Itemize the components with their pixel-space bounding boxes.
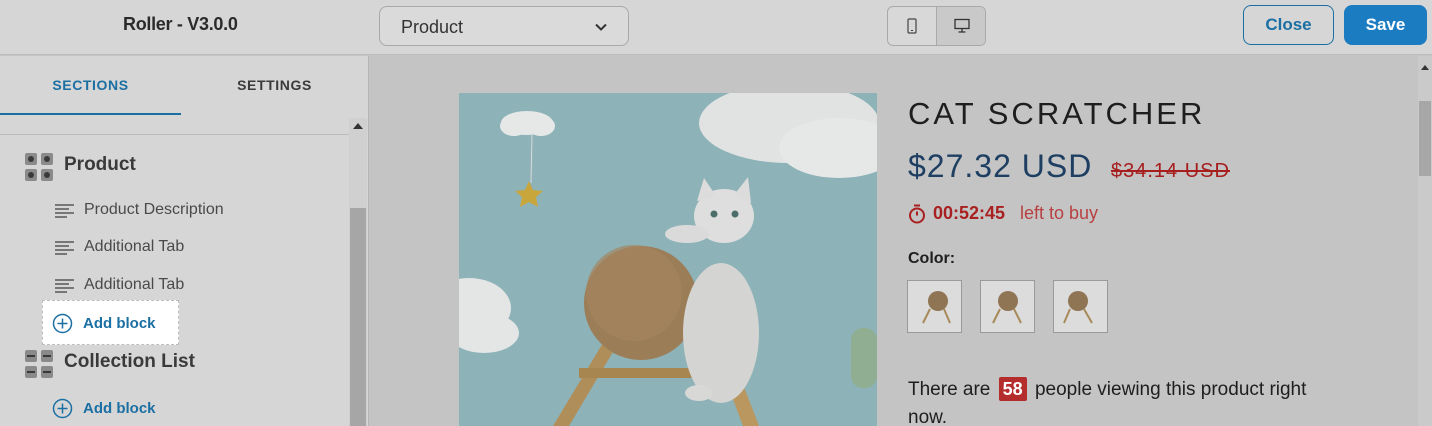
swatch-thumbnail [908,281,961,332]
product-title: CAT SCRATCHER [908,96,1206,131]
add-block-label: Add block [83,400,156,417]
block-label: Product Description [84,201,224,218]
save-button[interactable]: Save [1344,5,1427,45]
device-toggle [887,6,986,46]
grid-icon [25,153,53,181]
compare-at-price: $34.14 USD [1111,160,1230,182]
scroll-up-arrow-icon[interactable] [1421,65,1429,70]
sidebar-scrollbar[interactable] [349,118,367,426]
stopwatch-icon [909,204,925,224]
product-image[interactable] [459,93,877,426]
text-lines-icon [55,204,74,218]
countdown-time: 00:52:45 [933,203,1006,223]
tab-sections[interactable]: SECTIONS [0,56,181,115]
section-label: Product [64,154,136,175]
section-label: Collection List [64,351,195,372]
cat-scratcher-photo [459,93,877,426]
scrollbar-thumb[interactable] [1419,101,1431,176]
preview-scrollbar[interactable] [1418,56,1432,426]
page-type-select[interactable]: Product [379,6,629,46]
mobile-icon [907,18,917,34]
text-lines-icon [55,279,74,293]
color-label: Color: [908,250,956,267]
swatch-thumbnail [981,281,1034,332]
block-label: Additional Tab [84,276,185,293]
desktop-icon [953,18,970,33]
plus-circle-icon [52,398,73,419]
add-block-label: Add block [83,315,156,332]
desktop-view-button[interactable] [937,7,985,45]
color-swatch[interactable] [1053,280,1108,333]
color-swatch[interactable] [980,280,1035,333]
color-swatch[interactable] [907,280,962,333]
divider [0,134,349,135]
mobile-view-button[interactable] [888,7,937,45]
viewers-count-badge: 58 [998,377,1027,401]
scrollbar-thumb[interactable] [350,208,366,426]
store-preview: CAT SCRATCHER $27.32 USD $34.14 USD 00:5… [370,56,1418,426]
text-lines-icon [55,241,74,255]
sidebar: SECTIONS SETTINGS Product Product Descri… [0,56,369,426]
grid-icon [25,350,53,378]
sidebar-tabs: SECTIONS SETTINGS [0,56,368,115]
app-title: Roller - V3.0.0 [123,14,238,34]
plus-circle-icon [52,313,73,334]
tab-settings[interactable]: SETTINGS [181,56,368,115]
top-toolbar: Roller - V3.0.0 Product Close Save [0,0,1432,55]
block-label: Additional Tab [84,238,185,255]
swatch-thumbnail [1054,281,1107,332]
viewers-notice: There are 58 people viewing this product… [908,376,1348,426]
close-button[interactable]: Close [1243,5,1334,45]
page-type-value: Product [401,17,464,37]
product-price: $27.32 USD [908,148,1093,184]
countdown-text: left to buy [1020,203,1099,223]
viewers-prefix: There are [908,379,991,400]
scroll-up-arrow-icon[interactable] [353,123,363,129]
chevron-down-icon [595,23,607,31]
